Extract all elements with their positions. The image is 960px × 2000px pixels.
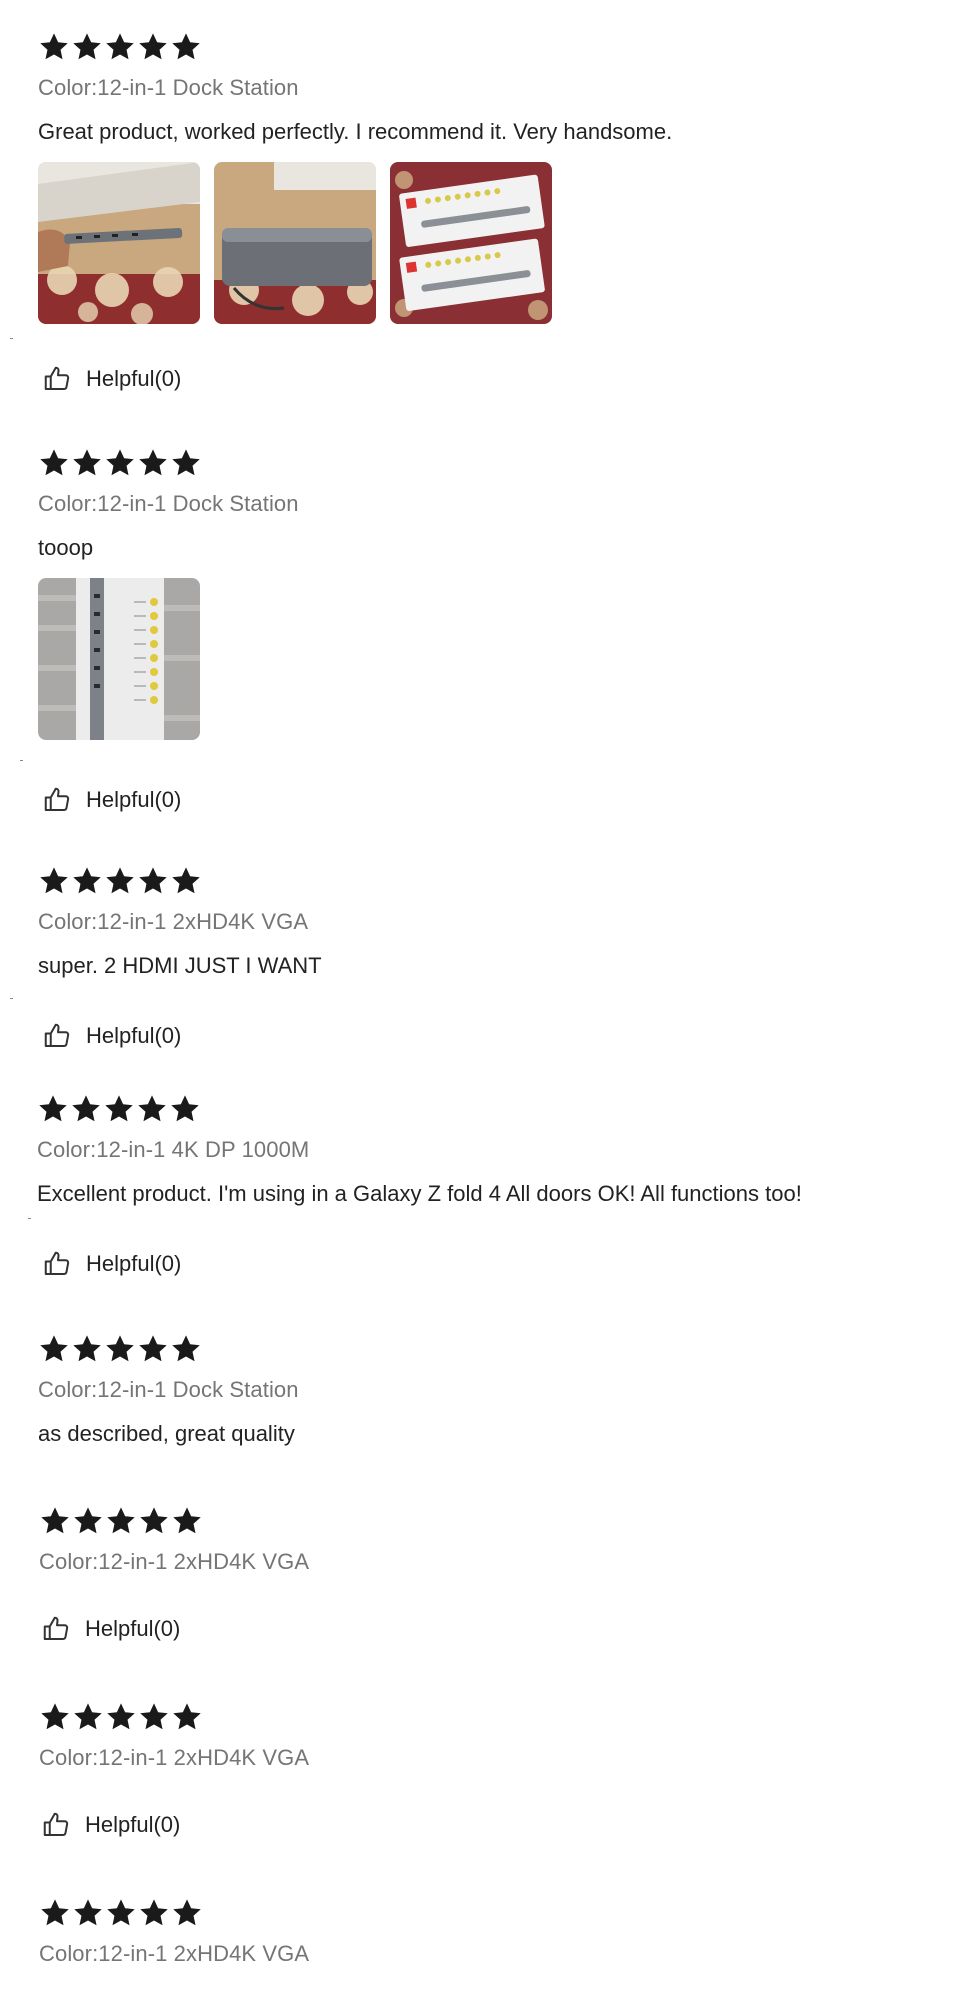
star-icon	[71, 865, 103, 897]
review-text: tooop	[38, 535, 94, 560]
review-card: Color:12-in-1 2xHD4K VGA	[39, 1896, 920, 1968]
star-icon	[39, 1897, 71, 1929]
review-photos	[38, 578, 920, 740]
review-card: Color:12-in-1 Dock Station Great product…	[38, 30, 920, 324]
review-photo[interactable]	[214, 162, 376, 324]
star-icon	[72, 1701, 104, 1733]
separator-mark	[10, 338, 13, 339]
star-icon	[138, 1897, 170, 1929]
star-icon	[170, 31, 202, 63]
star-rating	[38, 30, 920, 64]
star-icon	[104, 1333, 136, 1365]
separator-mark	[20, 760, 23, 761]
star-rating	[39, 1504, 920, 1538]
review-variant: Color:12-in-1 2xHD4K VGA	[38, 909, 309, 934]
star-icon	[137, 865, 169, 897]
helpful-button[interactable]: Helpful(0)	[42, 1249, 181, 1279]
star-icon	[138, 1505, 170, 1537]
review-variant: Color:12-in-1 4K DP 1000M	[37, 1137, 310, 1162]
review-variant: Color:12-in-1 Dock Station	[38, 1377, 299, 1402]
star-icon	[39, 1701, 71, 1733]
star-icon	[38, 447, 70, 479]
thumbs-up-icon	[41, 1810, 71, 1840]
star-icon	[137, 31, 169, 63]
star-icon	[39, 1505, 71, 1537]
review-text: super. 2 HDMI JUST I WANT	[38, 953, 322, 978]
review-variant: Color:12-in-1 2xHD4K VGA	[39, 1941, 310, 1966]
star-icon	[104, 31, 136, 63]
star-icon	[38, 865, 70, 897]
star-icon	[170, 447, 202, 479]
star-icon	[103, 1093, 135, 1125]
review-photos	[38, 162, 920, 324]
star-icon	[169, 1093, 201, 1125]
star-icon	[104, 865, 136, 897]
helpful-button[interactable]: Helpful(0)	[42, 364, 181, 394]
star-icon	[71, 31, 103, 63]
star-icon	[171, 1701, 203, 1733]
star-icon	[72, 1897, 104, 1929]
star-rating	[37, 1092, 920, 1126]
thumbs-up-icon	[42, 1021, 72, 1051]
star-rating	[38, 446, 920, 480]
helpful-label: Helpful(0)	[85, 1616, 181, 1641]
thumbs-up-icon	[41, 1614, 71, 1644]
star-icon	[38, 31, 70, 63]
star-icon	[38, 1333, 70, 1365]
helpful-label: Helpful(0)	[86, 1023, 182, 1048]
helpful-button[interactable]: Helpful(0)	[42, 785, 181, 815]
star-icon	[137, 447, 169, 479]
star-icon	[171, 1897, 203, 1929]
star-icon	[104, 447, 136, 479]
helpful-label: Helpful(0)	[86, 366, 182, 391]
review-text: as described, great quality	[38, 1421, 295, 1446]
helpful-label: Helpful(0)	[86, 1251, 182, 1276]
review-card: Color:12-in-1 2xHD4K VGA	[39, 1700, 920, 1772]
helpful-button[interactable]: Helpful(0)	[42, 1021, 181, 1051]
star-rating	[38, 1332, 920, 1366]
review-text: Excellent product. I'm using in a Galaxy…	[37, 1181, 802, 1206]
star-rating	[39, 1700, 920, 1734]
review-card: Color:12-in-1 4K DP 1000M Excellent prod…	[37, 1092, 920, 1208]
star-icon	[137, 1333, 169, 1365]
thumbs-up-icon	[42, 785, 72, 815]
review-photo[interactable]	[38, 578, 200, 740]
star-icon	[71, 1333, 103, 1365]
review-card: Color:12-in-1 Dock Station as described,…	[38, 1332, 920, 1448]
review-text: Great product, worked perfectly. I recom…	[38, 119, 673, 144]
review-photo[interactable]	[390, 162, 552, 324]
review-variant: Color:12-in-1 2xHD4K VGA	[39, 1549, 310, 1574]
helpful-button[interactable]: Helpful(0)	[41, 1810, 180, 1840]
review-card: Color:12-in-1 Dock Station tooop	[38, 446, 920, 740]
star-icon	[37, 1093, 69, 1125]
star-icon	[136, 1093, 168, 1125]
review-variant: Color:12-in-1 Dock Station	[38, 491, 299, 516]
star-icon	[70, 1093, 102, 1125]
star-icon	[170, 865, 202, 897]
star-rating	[38, 864, 920, 898]
review-card: Color:12-in-1 2xHD4K VGA super. 2 HDMI J…	[38, 864, 920, 980]
review-variant: Color:12-in-1 Dock Station	[38, 75, 299, 100]
star-icon	[72, 1505, 104, 1537]
helpful-button[interactable]: Helpful(0)	[41, 1614, 180, 1644]
star-icon	[105, 1505, 137, 1537]
star-rating	[39, 1896, 920, 1930]
thumbs-up-icon	[42, 1249, 72, 1279]
star-icon	[171, 1505, 203, 1537]
thumbs-up-icon	[42, 364, 72, 394]
helpful-label: Helpful(0)	[85, 1812, 181, 1837]
star-icon	[105, 1701, 137, 1733]
star-icon	[138, 1701, 170, 1733]
review-card: Color:12-in-1 2xHD4K VGA	[39, 1504, 920, 1576]
star-icon	[105, 1897, 137, 1929]
review-photo[interactable]	[38, 162, 200, 324]
separator-mark	[28, 1218, 31, 1219]
separator-mark	[10, 998, 13, 999]
review-variant: Color:12-in-1 2xHD4K VGA	[39, 1745, 310, 1770]
helpful-label: Helpful(0)	[86, 787, 182, 812]
star-icon	[170, 1333, 202, 1365]
star-icon	[71, 447, 103, 479]
